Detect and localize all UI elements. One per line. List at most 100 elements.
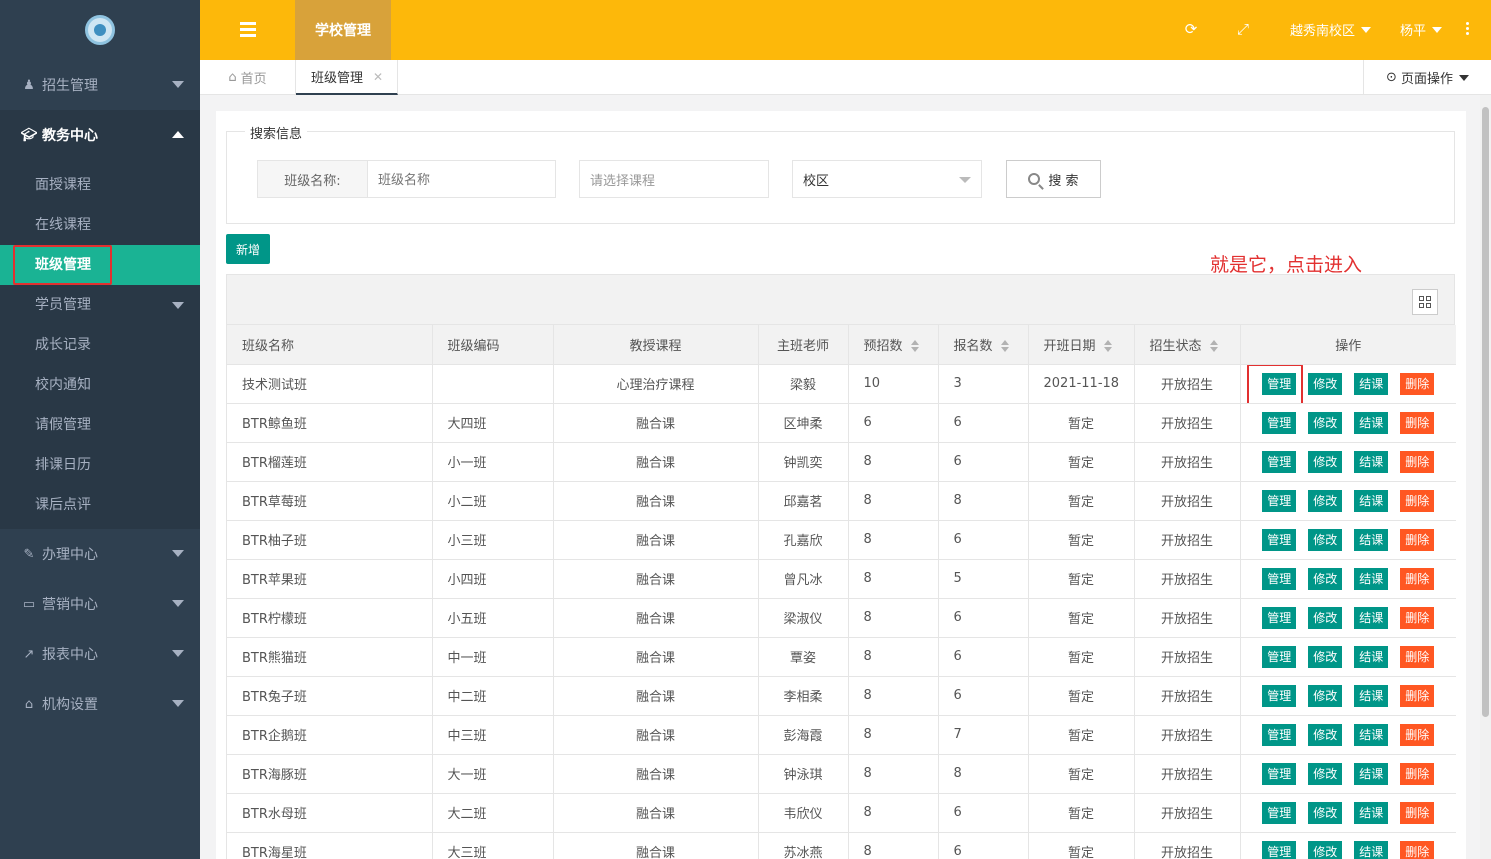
- delete-button[interactable]: 删除: [1400, 450, 1435, 473]
- row-actions: 管理 修改 结课 删除: [1240, 793, 1456, 833]
- nav-org-settings[interactable]: ⌂ 机构设置: [0, 679, 200, 729]
- close-icon[interactable]: ✕: [373, 70, 383, 84]
- manage-button[interactable]: 管理: [1262, 411, 1297, 434]
- manage-button[interactable]: 管理: [1262, 567, 1297, 590]
- tab-school-management[interactable]: 学校管理: [295, 0, 391, 60]
- columns-icon[interactable]: [1412, 289, 1438, 315]
- sort-icon[interactable]: [1209, 340, 1218, 353]
- close-class-button[interactable]: 结课: [1354, 567, 1389, 590]
- delete-button[interactable]: 删除: [1400, 411, 1435, 434]
- delete-button[interactable]: 删除: [1400, 372, 1435, 395]
- class-name-input[interactable]: [368, 161, 555, 197]
- sidebar-item-class-management[interactable]: 班级管理: [0, 245, 200, 285]
- more-icon[interactable]: [1466, 22, 1470, 37]
- sidebar-item-leave[interactable]: 请假管理: [0, 405, 200, 445]
- nav-academic[interactable]: 🎓︎ 教务中心: [0, 110, 200, 160]
- delete-button[interactable]: 删除: [1400, 489, 1435, 512]
- close-class-button[interactable]: 结课: [1354, 645, 1389, 668]
- campus-dropdown[interactable]: 越秀南校区: [1290, 20, 1372, 39]
- close-class-button[interactable]: 结课: [1354, 450, 1389, 473]
- manage-button[interactable]: 管理: [1262, 840, 1297, 859]
- fullscreen-icon[interactable]: ⤢: [1234, 20, 1252, 38]
- sidebar-item-students[interactable]: 学员管理: [0, 285, 200, 325]
- edit-button[interactable]: 修改: [1308, 606, 1343, 629]
- close-class-button[interactable]: 结课: [1354, 840, 1389, 859]
- close-class-button[interactable]: 结课: [1354, 801, 1389, 824]
- col-header[interactable]: 教授课程: [553, 325, 759, 365]
- manage-button[interactable]: 管理: [1262, 762, 1297, 785]
- delete-button[interactable]: 删除: [1400, 762, 1435, 785]
- nav-reports[interactable]: ↗ 报表中心: [0, 629, 200, 679]
- tab-home[interactable]: ⌂ 首页: [200, 60, 296, 95]
- sidebar-item-face-courses[interactable]: 面授课程: [0, 165, 200, 205]
- edit-button[interactable]: 修改: [1308, 528, 1343, 551]
- manage-button[interactable]: 管理: [1262, 372, 1297, 395]
- manage-button[interactable]: 管理: [1262, 450, 1297, 473]
- col-header-sortable[interactable]: 招生状态: [1134, 325, 1241, 365]
- edit-button[interactable]: 修改: [1308, 450, 1343, 473]
- add-button[interactable]: 新增: [226, 234, 270, 264]
- delete-button[interactable]: 删除: [1400, 606, 1435, 629]
- sidebar-item-growth-records[interactable]: 成长记录: [0, 325, 200, 365]
- close-class-button[interactable]: 结课: [1354, 489, 1389, 512]
- delete-button[interactable]: 删除: [1400, 645, 1435, 668]
- page-scrollbar[interactable]: [1480, 95, 1491, 859]
- tab-class-management[interactable]: 班级管理 ✕: [296, 60, 398, 95]
- edit-button[interactable]: 修改: [1308, 489, 1343, 512]
- page-operations-dropdown[interactable]: ⊙ 页面操作: [1363, 60, 1491, 95]
- sidebar-item-notices[interactable]: 校内通知: [0, 365, 200, 405]
- edit-button[interactable]: 修改: [1308, 645, 1343, 668]
- delete-button[interactable]: 删除: [1400, 801, 1435, 824]
- close-class-button[interactable]: 结课: [1354, 762, 1389, 785]
- delete-button[interactable]: 删除: [1400, 684, 1435, 707]
- close-class-button[interactable]: 结课: [1354, 528, 1389, 551]
- sort-icon[interactable]: [1000, 340, 1009, 353]
- campus-select[interactable]: 校区: [792, 160, 982, 198]
- manage-button[interactable]: 管理: [1262, 528, 1297, 551]
- close-class-button[interactable]: 结课: [1354, 684, 1389, 707]
- edit-button[interactable]: 修改: [1308, 567, 1343, 590]
- nav-processing[interactable]: ✎ 办理中心: [0, 529, 200, 579]
- manage-button[interactable]: 管理: [1262, 489, 1297, 512]
- sidebar-item-online-courses[interactable]: 在线课程: [0, 205, 200, 245]
- sidebar-item-schedule-calendar[interactable]: 排课日历: [0, 445, 200, 485]
- close-class-button[interactable]: 结课: [1354, 723, 1389, 746]
- menu-toggle-icon[interactable]: [240, 22, 262, 38]
- delete-button[interactable]: 删除: [1400, 567, 1435, 590]
- col-header-sortable[interactable]: 报名数: [938, 325, 1029, 365]
- delete-button[interactable]: 删除: [1400, 528, 1435, 551]
- sort-icon[interactable]: [910, 340, 919, 353]
- refresh-icon[interactable]: ⟳: [1182, 20, 1200, 38]
- edit-button[interactable]: 修改: [1308, 840, 1343, 859]
- close-class-button[interactable]: 结课: [1354, 411, 1389, 434]
- delete-button[interactable]: 删除: [1400, 840, 1435, 859]
- manage-button[interactable]: 管理: [1262, 723, 1297, 746]
- manage-button[interactable]: 管理: [1262, 645, 1297, 668]
- nav-marketing[interactable]: ▭ 营销中心: [0, 579, 200, 629]
- col-header[interactable]: 班级名称: [227, 325, 433, 365]
- sidebar-item-reviews[interactable]: 课后点评: [0, 485, 200, 525]
- edit-button[interactable]: 修改: [1308, 684, 1343, 707]
- sort-icon[interactable]: [1103, 340, 1112, 353]
- scrollbar-thumb[interactable]: [1482, 107, 1489, 717]
- manage-button[interactable]: 管理: [1262, 801, 1297, 824]
- nav-enrollment[interactable]: ♟ 招生管理: [0, 60, 200, 110]
- col-header-sortable[interactable]: 预招数: [848, 325, 939, 365]
- user-dropdown[interactable]: 杨平: [1400, 20, 1443, 39]
- manage-button[interactable]: 管理: [1262, 606, 1297, 629]
- close-class-button[interactable]: 结课: [1354, 606, 1389, 629]
- edit-button[interactable]: 修改: [1308, 411, 1343, 434]
- close-class-button[interactable]: 结课: [1354, 372, 1389, 395]
- table-cell: 暂定: [1028, 520, 1135, 560]
- edit-button[interactable]: 修改: [1308, 723, 1343, 746]
- col-header[interactable]: 班级编码: [432, 325, 554, 365]
- course-select[interactable]: 请选择课程: [579, 160, 769, 198]
- search-button[interactable]: 搜 索: [1006, 160, 1101, 198]
- edit-button[interactable]: 修改: [1308, 801, 1343, 824]
- edit-button[interactable]: 修改: [1308, 762, 1343, 785]
- col-header[interactable]: 主班老师: [758, 325, 849, 365]
- edit-button[interactable]: 修改: [1308, 372, 1343, 395]
- manage-button[interactable]: 管理: [1262, 684, 1297, 707]
- delete-button[interactable]: 删除: [1400, 723, 1435, 746]
- col-header-sortable[interactable]: 开班日期: [1028, 325, 1135, 365]
